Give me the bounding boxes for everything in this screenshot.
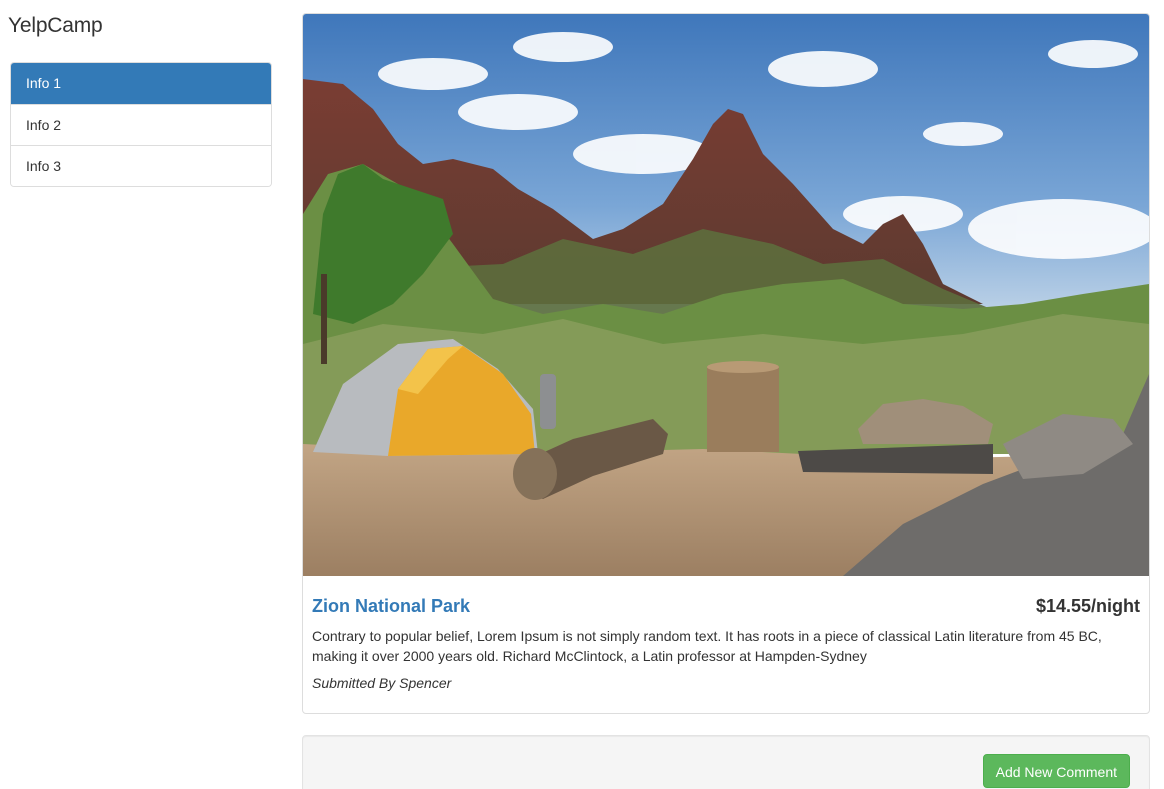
brand-logo[interactable]: YelpCamp [8, 14, 103, 38]
submitted-by: Submitted By Spencer [312, 675, 452, 691]
page: YelpCamp Info 1 Info 2 Info 3 $14.55/nig… [0, 0, 1164, 789]
sidebar-list: Info 1 Info 2 Info 3 [10, 62, 272, 187]
sidebar-item-info-1[interactable]: Info 1 [11, 63, 271, 104]
campground-photo [303, 14, 1149, 576]
sidebar-item-info-3[interactable]: Info 3 [11, 145, 271, 186]
campground-title-link[interactable]: Zion National Park [312, 596, 470, 617]
campground-caption: $14.55/night Zion National Park Contrary… [312, 590, 1140, 691]
campground-card: $14.55/night Zion National Park Contrary… [302, 13, 1150, 714]
campground-description: Contrary to popular belief, Lorem Ipsum … [312, 628, 1102, 664]
sidebar-item-info-2[interactable]: Info 2 [11, 104, 271, 145]
add-comment-button[interactable]: Add New Comment [982, 754, 1130, 788]
campground-price: $14.55/night [1035, 596, 1140, 616]
comments-well: Add New Comment [302, 735, 1150, 789]
